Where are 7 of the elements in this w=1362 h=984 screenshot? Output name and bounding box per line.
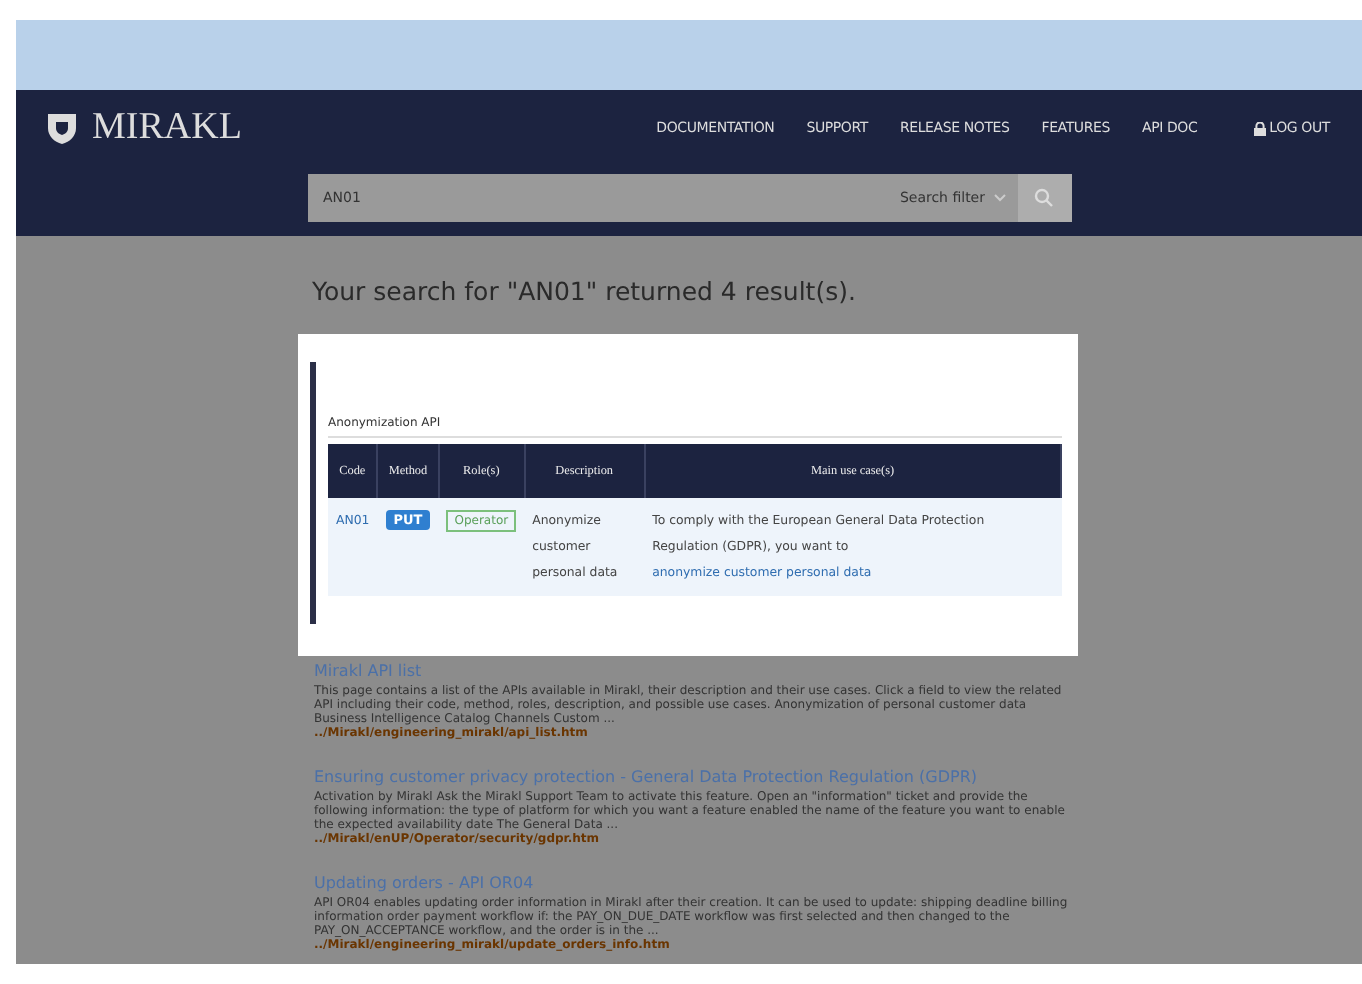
lock-icon	[1253, 121, 1266, 135]
chevron-down-icon	[993, 194, 1005, 202]
search-icon	[1034, 188, 1054, 208]
search-button[interactable]	[1017, 174, 1071, 222]
results-heading: Your search for "AN01" returned 4 result(s).	[312, 276, 858, 306]
logo-text: MIRAKL	[92, 106, 242, 150]
shield-logo-icon	[44, 110, 80, 146]
